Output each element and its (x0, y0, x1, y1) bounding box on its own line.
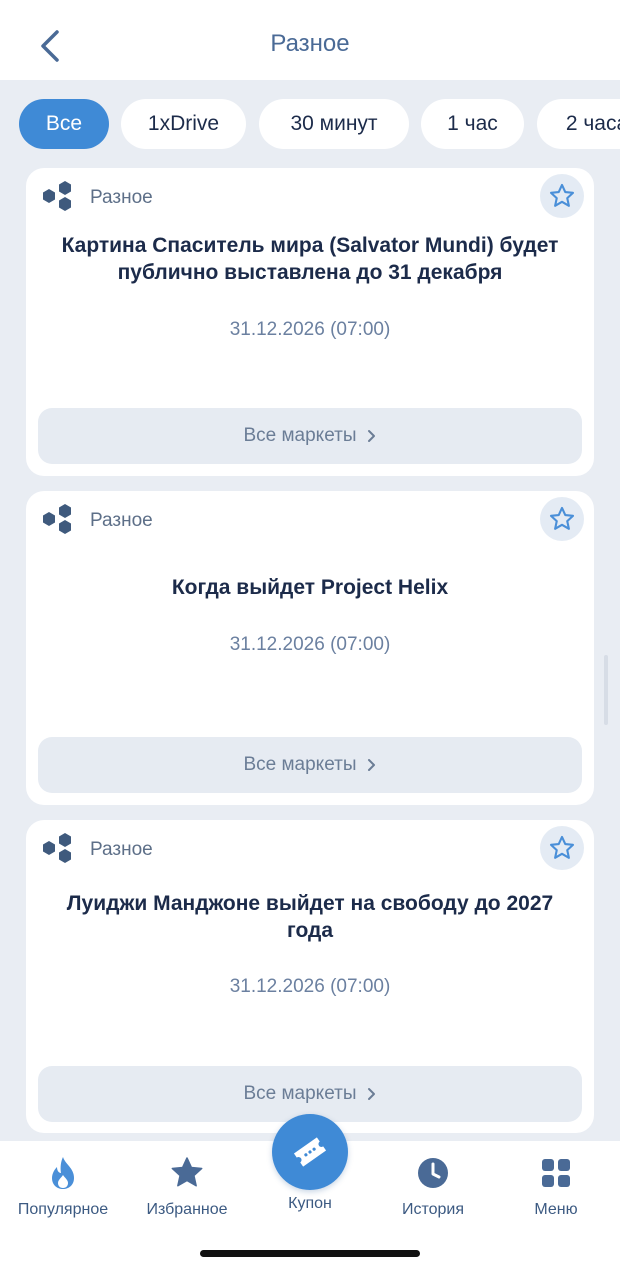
all-markets-button[interactable]: Все маркеты (38, 737, 582, 793)
scrollbar[interactable] (604, 655, 608, 725)
favorite-button[interactable] (540, 826, 584, 870)
tab-label: Избранное (146, 1201, 228, 1218)
flame-icon (52, 1157, 74, 1189)
ticket-icon (293, 1137, 327, 1167)
favorite-button[interactable] (540, 497, 584, 541)
coupon-button[interactable] (272, 1114, 348, 1190)
event-date: 31.12.2026 (07:00) (229, 634, 391, 655)
card-category: Разное (38, 501, 153, 541)
chevron-right-icon (367, 430, 375, 442)
event-title: Картина Спаситель мира (Salvator Mundi) … (61, 234, 559, 284)
all-markets-button[interactable]: Все маркеты (38, 408, 582, 464)
tab-popular[interactable]: Популярное (1, 1151, 125, 1219)
all-markets-label: Все маркеты (243, 1083, 357, 1104)
home-indicator (200, 1250, 420, 1257)
coupon-label: Купон (288, 1195, 332, 1212)
grid-menu-icon (542, 1159, 570, 1187)
tab-favorites[interactable]: Избранное (125, 1151, 249, 1219)
card-category: Разное (38, 830, 153, 870)
all-markets-label: Все маркеты (243, 754, 357, 775)
page-title: Разное (270, 30, 350, 57)
card-category: Разное (38, 178, 153, 218)
tab-label: Меню (534, 1201, 578, 1218)
event-title: Когда выйдет Project Helix (171, 576, 449, 599)
category-label: Разное (90, 510, 153, 531)
chip-1xdrive[interactable]: 1xDrive (121, 99, 246, 149)
category-label: Разное (90, 187, 153, 208)
clock-icon (418, 1158, 448, 1188)
star-outline-icon (549, 506, 575, 530)
chip-2-hours[interactable]: 2 часа (537, 99, 620, 149)
chip-30-minutes[interactable]: 30 минут (259, 99, 409, 149)
all-markets-label: Все маркеты (243, 425, 357, 446)
filter-chips: Все 1xDrive 30 минут 1 час 2 часа (0, 80, 620, 166)
chip-1-hour[interactable]: 1 час (421, 99, 524, 149)
star-icon (171, 1157, 203, 1187)
tab-history[interactable]: История (371, 1151, 495, 1219)
event-card[interactable]: Разное Когда выйдет Project Helix 31.12.… (26, 491, 594, 805)
category-label: Разное (90, 839, 153, 860)
tab-label: Популярное (17, 1201, 109, 1218)
top-bar: Разное (0, 0, 620, 80)
favorite-button[interactable] (540, 174, 584, 218)
hexagon-category-icon (43, 504, 71, 534)
star-outline-icon (549, 835, 575, 859)
event-card[interactable]: Разное Картина Спаситель мира (Salvator … (26, 168, 594, 476)
event-card[interactable]: Разное Луиджи Манджоне выйдет на свободу… (26, 820, 594, 1133)
tab-label: История (401, 1201, 465, 1218)
chevron-right-icon (367, 759, 375, 771)
chip-all[interactable]: Все (19, 99, 109, 149)
chevron-right-icon (367, 1088, 375, 1100)
event-title: Луиджи Манджоне выйдет на свободу до 202… (66, 892, 554, 942)
hexagon-category-icon (43, 833, 71, 863)
event-date: 31.12.2026 (07:00) (229, 319, 391, 340)
hexagon-category-icon (43, 181, 71, 211)
star-outline-icon (549, 183, 575, 207)
event-date: 31.12.2026 (07:00) (229, 976, 391, 997)
tab-menu[interactable]: Меню (494, 1151, 618, 1219)
